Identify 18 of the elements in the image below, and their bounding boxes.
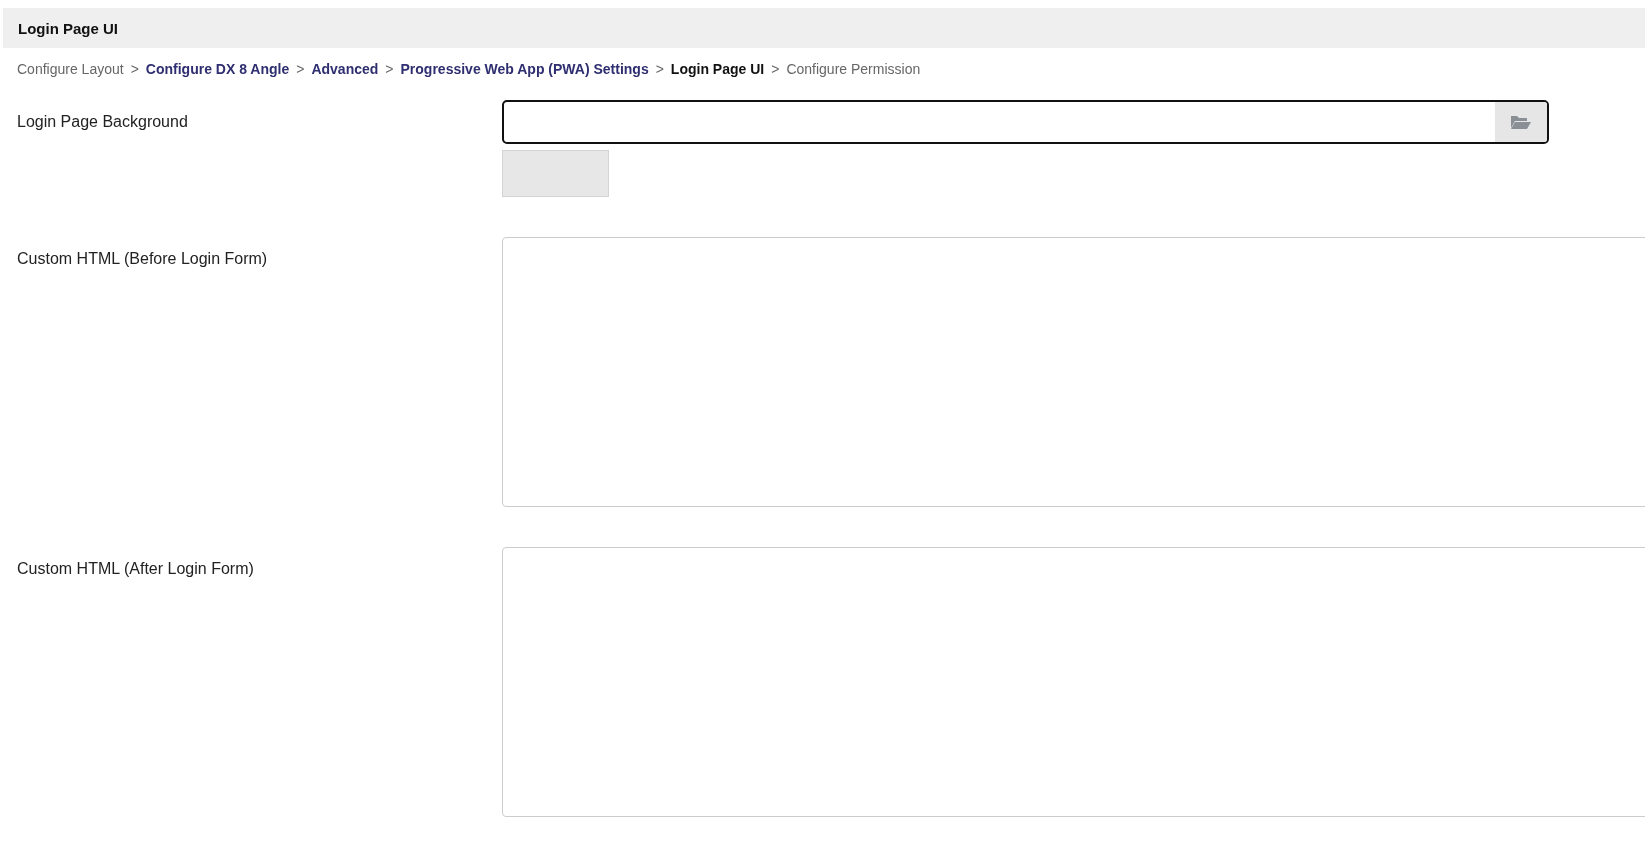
breadcrumb-separator: > — [296, 61, 305, 77]
breadcrumb-link[interactable]: Configure Layout — [17, 61, 124, 77]
breadcrumb-current: Login Page UI — [670, 61, 765, 77]
file-path-field[interactable] — [502, 100, 1549, 144]
breadcrumb-link[interactable]: Configure Permission — [786, 61, 921, 77]
breadcrumb-separator: > — [130, 61, 139, 77]
breadcrumb-link[interactable]: Advanced — [311, 61, 379, 77]
breadcrumb-separator: > — [655, 61, 664, 77]
page-title: Login Page UI — [18, 19, 118, 37]
folder-icon — [1510, 114, 1532, 130]
field-label: Custom HTML (Before Login Form) — [16, 249, 269, 269]
breadcrumb-separator: > — [771, 61, 780, 77]
breadcrumb-link[interactable]: Progressive Web App (PWA) Settings — [400, 61, 649, 77]
field-label: Login Page Background — [16, 112, 189, 132]
field-label: Custom HTML (After Login Form) — [16, 559, 255, 579]
browse-button[interactable] — [1495, 102, 1547, 142]
breadcrumb-link[interactable]: Configure DX 8 Angle — [145, 61, 290, 77]
breadcrumb-separator: > — [385, 61, 394, 77]
